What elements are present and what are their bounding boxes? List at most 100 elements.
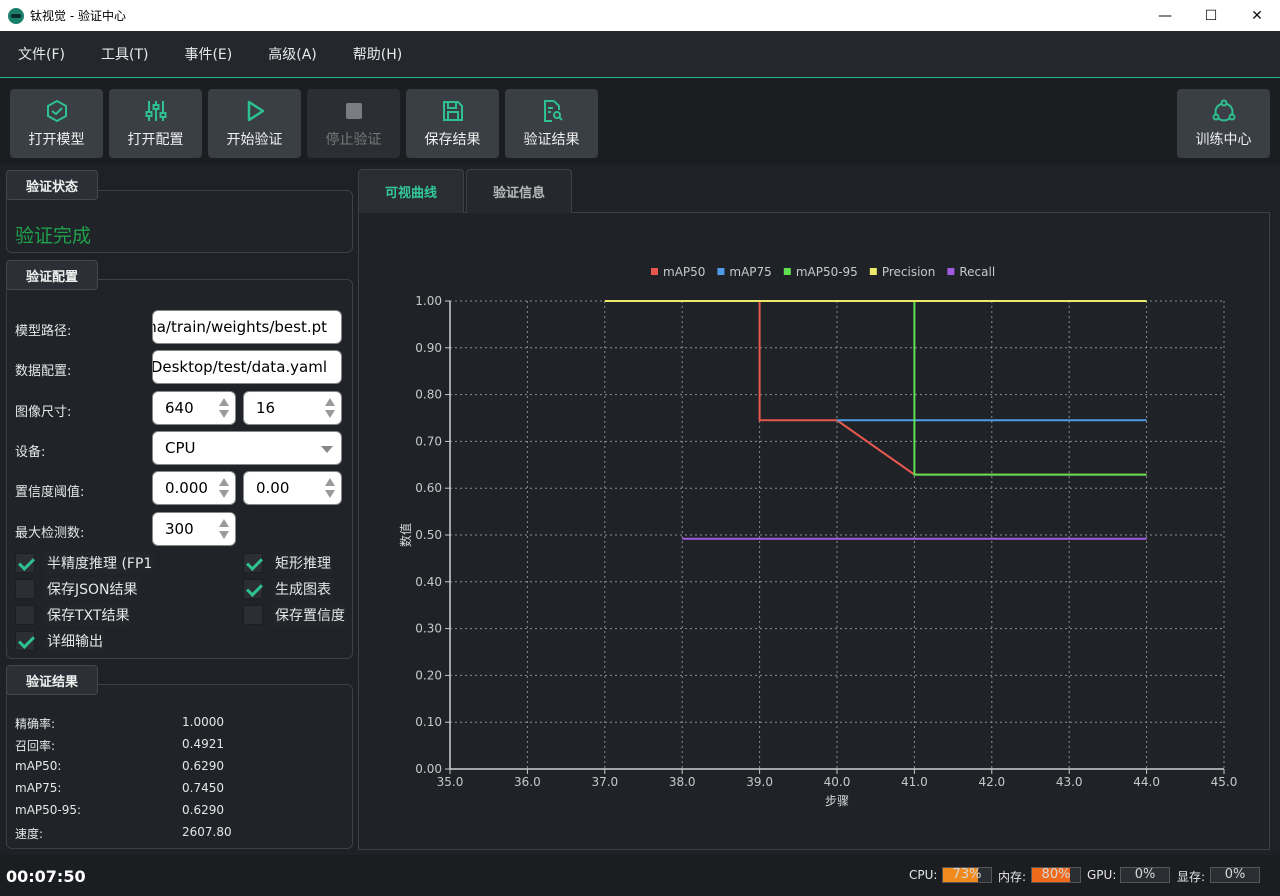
checkbox-checked-icon[interactable]: [15, 631, 35, 651]
legend-swatch-mAP75: [717, 268, 725, 275]
checkbox-unchecked-icon[interactable]: [243, 605, 263, 625]
results-group-title: 验证结果: [6, 665, 98, 695]
legend-swatch-Precision: [869, 268, 877, 275]
x-tick-label: 37.0: [591, 775, 618, 789]
open-config-label: 打开配置: [127, 132, 184, 148]
series-line-mAP50-95: [913, 301, 1147, 476]
save-results-label: 保存结果: [424, 132, 481, 148]
save-json-checkbox[interactable]: 保存JSON结果: [15, 578, 140, 600]
menu-tools[interactable]: 工具(T): [83, 44, 166, 64]
menu-file[interactable]: 文件(F): [0, 44, 83, 64]
legend-label-mAP50: mAP50: [663, 265, 705, 279]
y-tick-label: 0.00: [415, 762, 442, 776]
spin-arrows-icon[interactable]: [325, 478, 335, 500]
document-search-icon: [543, 100, 563, 122]
speed-label: 速度:: [15, 827, 44, 841]
x-tick-label: 45.0: [1211, 775, 1238, 789]
menu-advanced[interactable]: 高级(A): [250, 44, 335, 64]
model-path-field[interactable]: na/train/weights/best.pt: [152, 310, 342, 344]
x-tick-label: 35.0: [437, 775, 464, 789]
image-size-label: 图像尺寸:: [15, 405, 72, 420]
legend-swatch-Recall: [947, 268, 955, 275]
data-config-field[interactable]: /Desktop/test/data.yaml: [152, 350, 342, 384]
menu-help[interactable]: 帮助(H): [335, 44, 420, 64]
save-conf-checkbox[interactable]: 保存置信度: [243, 604, 347, 626]
status-group-title: 验证状态: [6, 170, 98, 200]
map75-label: mAP75:: [15, 781, 62, 795]
rect-inference-checkbox[interactable]: 矩形推理: [243, 552, 333, 574]
x-tick-label: 36.0: [514, 775, 541, 789]
y-tick-label: 0.70: [415, 434, 442, 448]
conf-threshold-spinbox[interactable]: 0.000: [152, 471, 236, 505]
x-tick-label: 39.0: [746, 775, 773, 789]
model-path-value: na/train/weights/best.pt: [152, 318, 327, 336]
batch-size-spinbox[interactable]: 16: [243, 391, 342, 425]
tab-info[interactable]: 验证信息: [466, 169, 572, 213]
y-tick-label: 0.40: [415, 575, 442, 589]
verbose-checkbox[interactable]: 详细输出: [15, 630, 105, 652]
half-precision-checkbox[interactable]: 半精度推理 (FP1: [15, 552, 155, 574]
checkbox-checked-icon[interactable]: [243, 553, 263, 573]
save-results-button[interactable]: 保存结果: [406, 89, 499, 158]
save-txt-label: 保存TXT结果: [45, 604, 132, 626]
data-config-value: /Desktop/test/data.yaml: [152, 358, 327, 376]
training-center-label: 训练中心: [1195, 132, 1252, 148]
spin-arrows-icon[interactable]: [219, 478, 229, 500]
open-model-button[interactable]: 打开模型: [10, 89, 103, 158]
spin-arrows-icon[interactable]: [219, 398, 229, 420]
stop-icon: [345, 103, 362, 119]
cpu-meter: 73%: [942, 867, 992, 883]
checkbox-unchecked-icon[interactable]: [15, 605, 35, 625]
save-txt-checkbox[interactable]: 保存TXT结果: [15, 604, 132, 626]
cpu-value: 73%: [952, 867, 982, 882]
vram-label: 显存:: [1177, 870, 1206, 884]
x-axis-title: 步骤: [825, 794, 849, 808]
stop-validation-button[interactable]: 停止验证: [307, 89, 400, 158]
title-bar: 钛视觉 - 验证中心 — ☐ ✕: [0, 0, 1280, 31]
save-conf-label: 保存置信度: [273, 604, 347, 626]
close-button[interactable]: ✕: [1234, 0, 1280, 31]
play-icon: [247, 100, 264, 122]
toolbar: 打开模型 打开配置 开始验证 停止验证 保存结果 验证结果 训练中心: [0, 79, 1280, 164]
image-size-spinbox[interactable]: 640: [152, 391, 236, 425]
validation-results-button[interactable]: 验证结果: [505, 89, 598, 158]
conf-threshold-value: 0.000: [165, 479, 208, 497]
menu-events[interactable]: 事件(E): [166, 44, 250, 64]
legend-swatch-mAP50: [651, 268, 658, 275]
speed-value: 2607.80: [182, 825, 232, 839]
minimize-button[interactable]: —: [1142, 0, 1188, 31]
x-tick-label: 38.0: [669, 775, 696, 789]
y-tick-label: 0.10: [415, 715, 442, 729]
chevron-down-icon: [321, 446, 333, 453]
start-validation-button[interactable]: 开始验证: [208, 89, 301, 158]
tab-curves[interactable]: 可视曲线: [358, 169, 464, 213]
spin-arrows-icon[interactable]: [325, 398, 335, 420]
generate-plots-label: 生成图表: [273, 578, 333, 600]
map50-label: mAP50:: [15, 759, 62, 773]
model-path-label: 模型路径:: [15, 324, 72, 339]
status-bar: 00:07:50 CPU: 73% 内存: 80% GPU: 0% 显存: 0%: [0, 855, 1280, 896]
open-config-button[interactable]: 打开配置: [109, 89, 202, 158]
recall-value: 0.4921: [182, 737, 224, 751]
checkbox-unchecked-icon[interactable]: [15, 579, 35, 599]
y-tick-label: 0.20: [415, 668, 442, 682]
training-center-button[interactable]: 训练中心: [1177, 89, 1270, 158]
checkbox-checked-icon[interactable]: [243, 579, 263, 599]
recall-label: 召回率:: [15, 739, 56, 753]
max-det-spinbox[interactable]: 300: [152, 512, 236, 546]
verbose-label: 详细输出: [45, 630, 105, 652]
device-label: 设备:: [15, 445, 46, 460]
maximize-button[interactable]: ☐: [1188, 0, 1234, 31]
iou-threshold-spinbox[interactable]: 0.00: [243, 471, 342, 505]
generate-plots-checkbox[interactable]: 生成图表: [243, 578, 333, 600]
max-det-label: 最大检测数:: [15, 526, 85, 541]
save-icon: [442, 101, 463, 121]
device-select[interactable]: CPU: [152, 431, 342, 465]
map75-value: 0.7450: [182, 781, 224, 795]
iou-threshold-value: 0.00: [256, 479, 290, 497]
spin-arrows-icon[interactable]: [219, 519, 229, 541]
config-group-title: 验证配置: [6, 260, 98, 290]
gpu-meter: 0%: [1120, 867, 1170, 883]
checkbox-checked-icon[interactable]: [15, 553, 35, 573]
x-tick-label: 41.0: [901, 775, 928, 789]
